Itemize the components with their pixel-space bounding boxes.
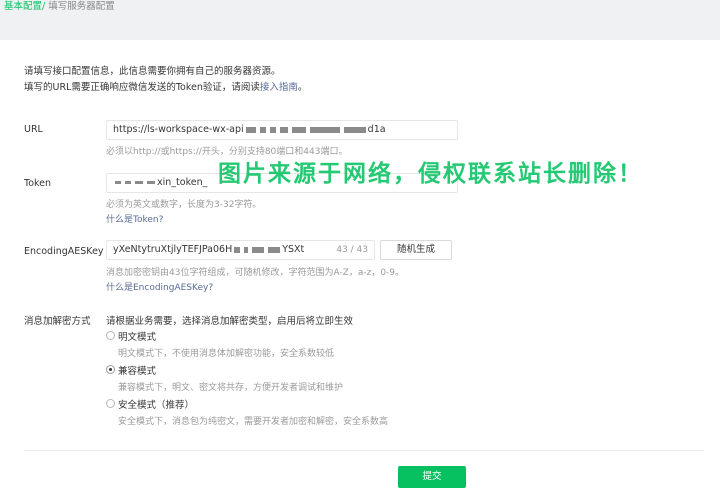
secure-mode-radio[interactable] [106, 399, 115, 408]
aeskey-value-end: YSXt [282, 244, 305, 255]
url-label: URL [24, 124, 43, 135]
aeskey-char-count: 43 / 43 [336, 245, 368, 255]
aeskey-input[interactable]: yXeNtytruXtjlyTEFJPa06H YSXt 43 / 43 [106, 240, 375, 260]
url-value-redacted [244, 124, 368, 135]
plaintext-mode-radio[interactable] [106, 331, 115, 340]
access-guide-link[interactable]: 接入指南 [260, 82, 298, 93]
aeskey-label: EncodingAESKey [24, 246, 104, 257]
token-label: Token [24, 178, 52, 189]
encryption-label: 消息加解密方式 [24, 316, 91, 327]
token-hint: 必须为英文或数字，长度为3-32字符。 [106, 200, 262, 210]
plaintext-mode-label[interactable]: 明文模式 [118, 329, 156, 343]
watermark-text: 图片来源于网络，侵权联系站长删除！ [218, 161, 643, 187]
compatible-mode-label[interactable]: 兼容模式 [118, 363, 156, 377]
divider [24, 450, 704, 451]
what-is-token-link[interactable]: 什么是Token? [106, 212, 163, 225]
aeskey-value-redacted [232, 244, 282, 255]
compatible-mode-desc: 兼容模式下，明文、密文将共存，方便开发者调试和维护 [118, 383, 344, 393]
intro-line-2-text: 填写的URL需要正确响应微信发送的Token验证，请阅读 [24, 82, 260, 93]
submit-button[interactable]: 提交 [398, 466, 466, 488]
url-value-start: https://ls-workspace-wx-api [113, 124, 244, 135]
aeskey-value-start: yXeNtytruXtjlyTEFJPa06H [113, 244, 233, 255]
encryption-instruction: 请根据业务需要，选择消息加解密类型，启用后将立即生效 [106, 316, 354, 327]
plaintext-mode-desc: 明文模式下，不使用消息体加解密功能，安全系数较低 [118, 349, 335, 359]
secure-mode-label[interactable]: 安全模式（推荐） [118, 397, 194, 411]
aeskey-hint: 消息加密密钥由43位字符组成，可随机修改，字符范围为A-Z，a-z，0-9。 [106, 268, 405, 278]
intro-line-1: 请填写接口配置信息，此信息需要你拥有自己的服务器资源。 [24, 66, 281, 77]
intro-line-2-end: 。 [297, 82, 308, 93]
token-value: xin_token_ [157, 177, 208, 188]
secure-mode-desc: 安全模式下，消息包为纯密文，需要开发者加密和解密，安全系数高 [118, 417, 389, 427]
intro-line-2: 填写的URL需要正确响应微信发送的Token验证，请阅读接入指南。 [24, 80, 307, 96]
breadcrumb: 基本配置/ 填写服务器配置 [4, 1, 115, 13]
intro-text: 请填写接口配置信息，此信息需要你拥有自己的服务器资源。 填写的URL需要正确响应… [24, 64, 307, 96]
what-is-aeskey-link[interactable]: 什么是EncodingAESKey? [106, 280, 213, 293]
config-card: 请填写接口配置信息，此信息需要你拥有自己的服务器资源。 填写的URL需要正确响应… [0, 40, 720, 500]
compatible-mode-radio[interactable] [106, 365, 115, 374]
url-input[interactable]: https://ls-workspace-wx-api d1a [106, 120, 458, 140]
token-value-redacted [113, 177, 157, 188]
breadcrumb-basic-config[interactable]: 基本配置/ [4, 1, 45, 12]
random-generate-button[interactable]: 随机生成 [380, 240, 452, 260]
url-value-end: d1a [367, 124, 386, 135]
breadcrumb-server-config: 填写服务器配置 [45, 1, 115, 12]
